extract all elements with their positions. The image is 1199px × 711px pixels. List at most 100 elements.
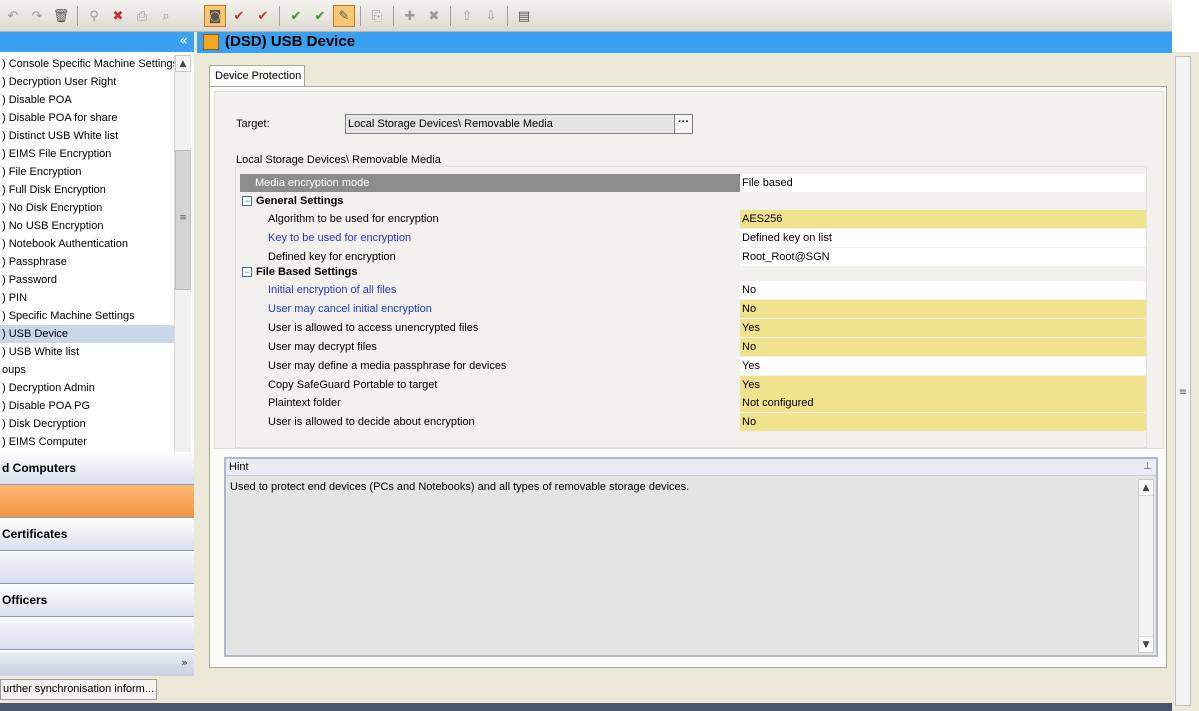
- preview-icon[interactable]: ⌕: [155, 5, 177, 27]
- scroll-down-icon[interactable]: ▼: [1139, 636, 1153, 652]
- approve-icon[interactable]: ✔: [285, 5, 307, 27]
- tree-item[interactable]: ) USB White list: [0, 343, 174, 361]
- down-icon[interactable]: ⇩: [480, 5, 502, 27]
- tab-device-protection[interactable]: Device Protection: [209, 65, 305, 86]
- property-value[interactable]: Defined key on list: [740, 228, 1146, 247]
- up-icon[interactable]: ⇧: [456, 5, 478, 27]
- tree-item[interactable]: ) Password: [0, 271, 174, 289]
- toolbar-separator: [77, 6, 78, 26]
- tree-item[interactable]: ) Disable POA PG: [0, 397, 174, 415]
- import-icon[interactable]: ⎘: [366, 5, 388, 27]
- toolbar-separator: [507, 6, 508, 26]
- nav-button[interactable]: [0, 551, 194, 584]
- check-all-icon[interactable]: ✔: [252, 5, 274, 27]
- property-row[interactable]: User may cancel initial encryption No: [240, 299, 1146, 318]
- tree-item[interactable]: ) Passphrase: [0, 253, 174, 271]
- property-value[interactable]: No: [740, 281, 1146, 299]
- section-general-settings: − General Settings: [240, 192, 1146, 210]
- property-row[interactable]: Copy SafeGuard Portable to target Yes: [240, 375, 1146, 394]
- property-name: User may decrypt files: [268, 340, 377, 353]
- nav-button[interactable]: Officers: [0, 584, 194, 617]
- tree-item[interactable]: ) Specific Machine Settings: [0, 307, 174, 325]
- collapse-icon[interactable]: −: [242, 196, 252, 206]
- toolbar: ↶ ↷ 🗑 ⚲ ✖ ⎙ ⌕ ◙ ✔ ✔ ✔ ✔ ✎ ⎘ ✚ ✖ ⇧ ⇩ ▤: [0, 0, 1172, 32]
- property-row[interactable]: User may define a media passphrase for d…: [240, 356, 1146, 375]
- property-name: Initial encryption of all files: [268, 284, 397, 296]
- redo-icon[interactable]: ↷: [26, 5, 48, 27]
- tree-item[interactable]: ) Disable POA for share: [0, 109, 174, 127]
- property-row[interactable]: Key to be used for encryption Defined key…: [240, 228, 1146, 247]
- property-name: Media encryption mode: [240, 174, 740, 192]
- scrollbar-top-area: [1172, 0, 1199, 52]
- tree-item[interactable]: ) EIMS Computer: [0, 433, 174, 451]
- remove-item-icon[interactable]: ✖: [423, 5, 445, 27]
- navigation-panel: « ) Console Specific Machine Settings) D…: [0, 32, 194, 676]
- nav-more-button[interactable]: »: [0, 652, 194, 676]
- policy-tree: ) Console Specific Machine Settings) Dec…: [0, 55, 174, 477]
- delete-icon[interactable]: 🗑: [50, 5, 72, 27]
- sync-status-button[interactable]: urther synchronisation inform...: [0, 679, 157, 700]
- tree-item[interactable]: ) Console Specific Machine Settings: [0, 55, 174, 73]
- browse-button[interactable]: ···: [674, 115, 692, 133]
- check-icon[interactable]: ✔: [228, 5, 250, 27]
- property-row[interactable]: User is allowed to decide about encrypti…: [240, 413, 1146, 432]
- property-row[interactable]: Media encryption mode File based: [240, 174, 1146, 192]
- section-file-based-settings: − File Based Settings: [240, 263, 1146, 281]
- nav-button[interactable]: Certificates: [0, 518, 194, 551]
- window-scrollbar: ≡: [1172, 0, 1199, 711]
- tree-item[interactable]: ) Distinct USB White list: [0, 127, 174, 145]
- tree-item[interactable]: ) No USB Encryption: [0, 217, 174, 235]
- property-value[interactable]: AES256: [740, 210, 1146, 228]
- chevron-down-icon: »: [181, 656, 188, 669]
- nav-button[interactable]: d Computers: [0, 452, 194, 485]
- property-value[interactable]: Yes: [740, 356, 1146, 375]
- tree-item[interactable]: ) Decryption User Right: [0, 73, 174, 91]
- property-value[interactable]: Not configured: [740, 394, 1146, 413]
- property-row[interactable]: Algorithm to be used for encryption AES25…: [240, 210, 1146, 228]
- tree-item[interactable]: oups: [0, 361, 174, 379]
- tree-item[interactable]: ) USB Device: [0, 325, 174, 343]
- tree-item[interactable]: ) No Disk Encryption: [0, 199, 174, 217]
- tree-item[interactable]: ) PIN: [0, 289, 174, 307]
- property-name: User is allowed to access unencrypted fi…: [268, 321, 479, 334]
- print-icon[interactable]: ⎙: [131, 5, 153, 27]
- approve-all-icon[interactable]: ✔: [309, 5, 331, 27]
- tree-item[interactable]: ) Notebook Authentication: [0, 235, 174, 253]
- property-row[interactable]: User is allowed to access unencrypted fi…: [240, 318, 1146, 337]
- property-row[interactable]: User may decrypt files No: [240, 337, 1146, 356]
- hint-scrollbar[interactable]: ▲ ▼: [1138, 479, 1154, 653]
- section-caption: Local Storage Devices\ Removable Media: [236, 154, 441, 166]
- add-icon[interactable]: ✚: [399, 5, 421, 27]
- tree-item[interactable]: ) Disable POA: [0, 91, 174, 109]
- tree-item[interactable]: ) EIMS File Encryption: [0, 145, 174, 163]
- collapse-icon[interactable]: −: [242, 267, 252, 277]
- tree-scrollbar[interactable]: ▲ ≡ ▼: [174, 55, 191, 477]
- remove-icon[interactable]: ✖: [107, 5, 129, 27]
- property-value[interactable]: File based: [740, 174, 1146, 192]
- property-value[interactable]: No: [740, 337, 1146, 356]
- scroll-thumb[interactable]: ≡: [175, 150, 191, 290]
- property-value[interactable]: Yes: [740, 375, 1146, 394]
- nav-button[interactable]: [0, 617, 194, 650]
- scroll-track[interactable]: ≡: [1175, 56, 1191, 706]
- property-value[interactable]: No: [740, 299, 1146, 318]
- find-icon[interactable]: ⚲: [83, 5, 105, 27]
- target-field[interactable]: Local Storage Devices\ Removable Media ·…: [345, 114, 693, 134]
- policy-view-icon[interactable]: ◙: [204, 5, 226, 27]
- tree-item[interactable]: ) Disk Decryption: [0, 415, 174, 433]
- scroll-up-icon[interactable]: ▲: [1139, 480, 1153, 496]
- undo-icon[interactable]: ↶: [2, 5, 24, 27]
- tree-item[interactable]: ) Decryption Admin: [0, 379, 174, 397]
- pin-icon[interactable]: ⊥: [1143, 459, 1152, 475]
- edit-icon[interactable]: ✎: [333, 5, 355, 27]
- tree-item[interactable]: ) Full Disk Encryption: [0, 181, 174, 199]
- property-row[interactable]: Plaintext folder Not configured: [240, 394, 1146, 413]
- property-value[interactable]: No: [740, 413, 1146, 432]
- tree-item[interactable]: ) File Encryption: [0, 163, 174, 181]
- property-row[interactable]: Initial encryption of all files No: [240, 281, 1146, 299]
- property-value[interactable]: Yes: [740, 318, 1146, 337]
- nav-button[interactable]: [0, 485, 194, 518]
- collapse-icon[interactable]: «: [179, 33, 188, 49]
- scroll-up-icon[interactable]: ▲: [175, 55, 191, 72]
- report-icon[interactable]: ▤: [513, 5, 535, 27]
